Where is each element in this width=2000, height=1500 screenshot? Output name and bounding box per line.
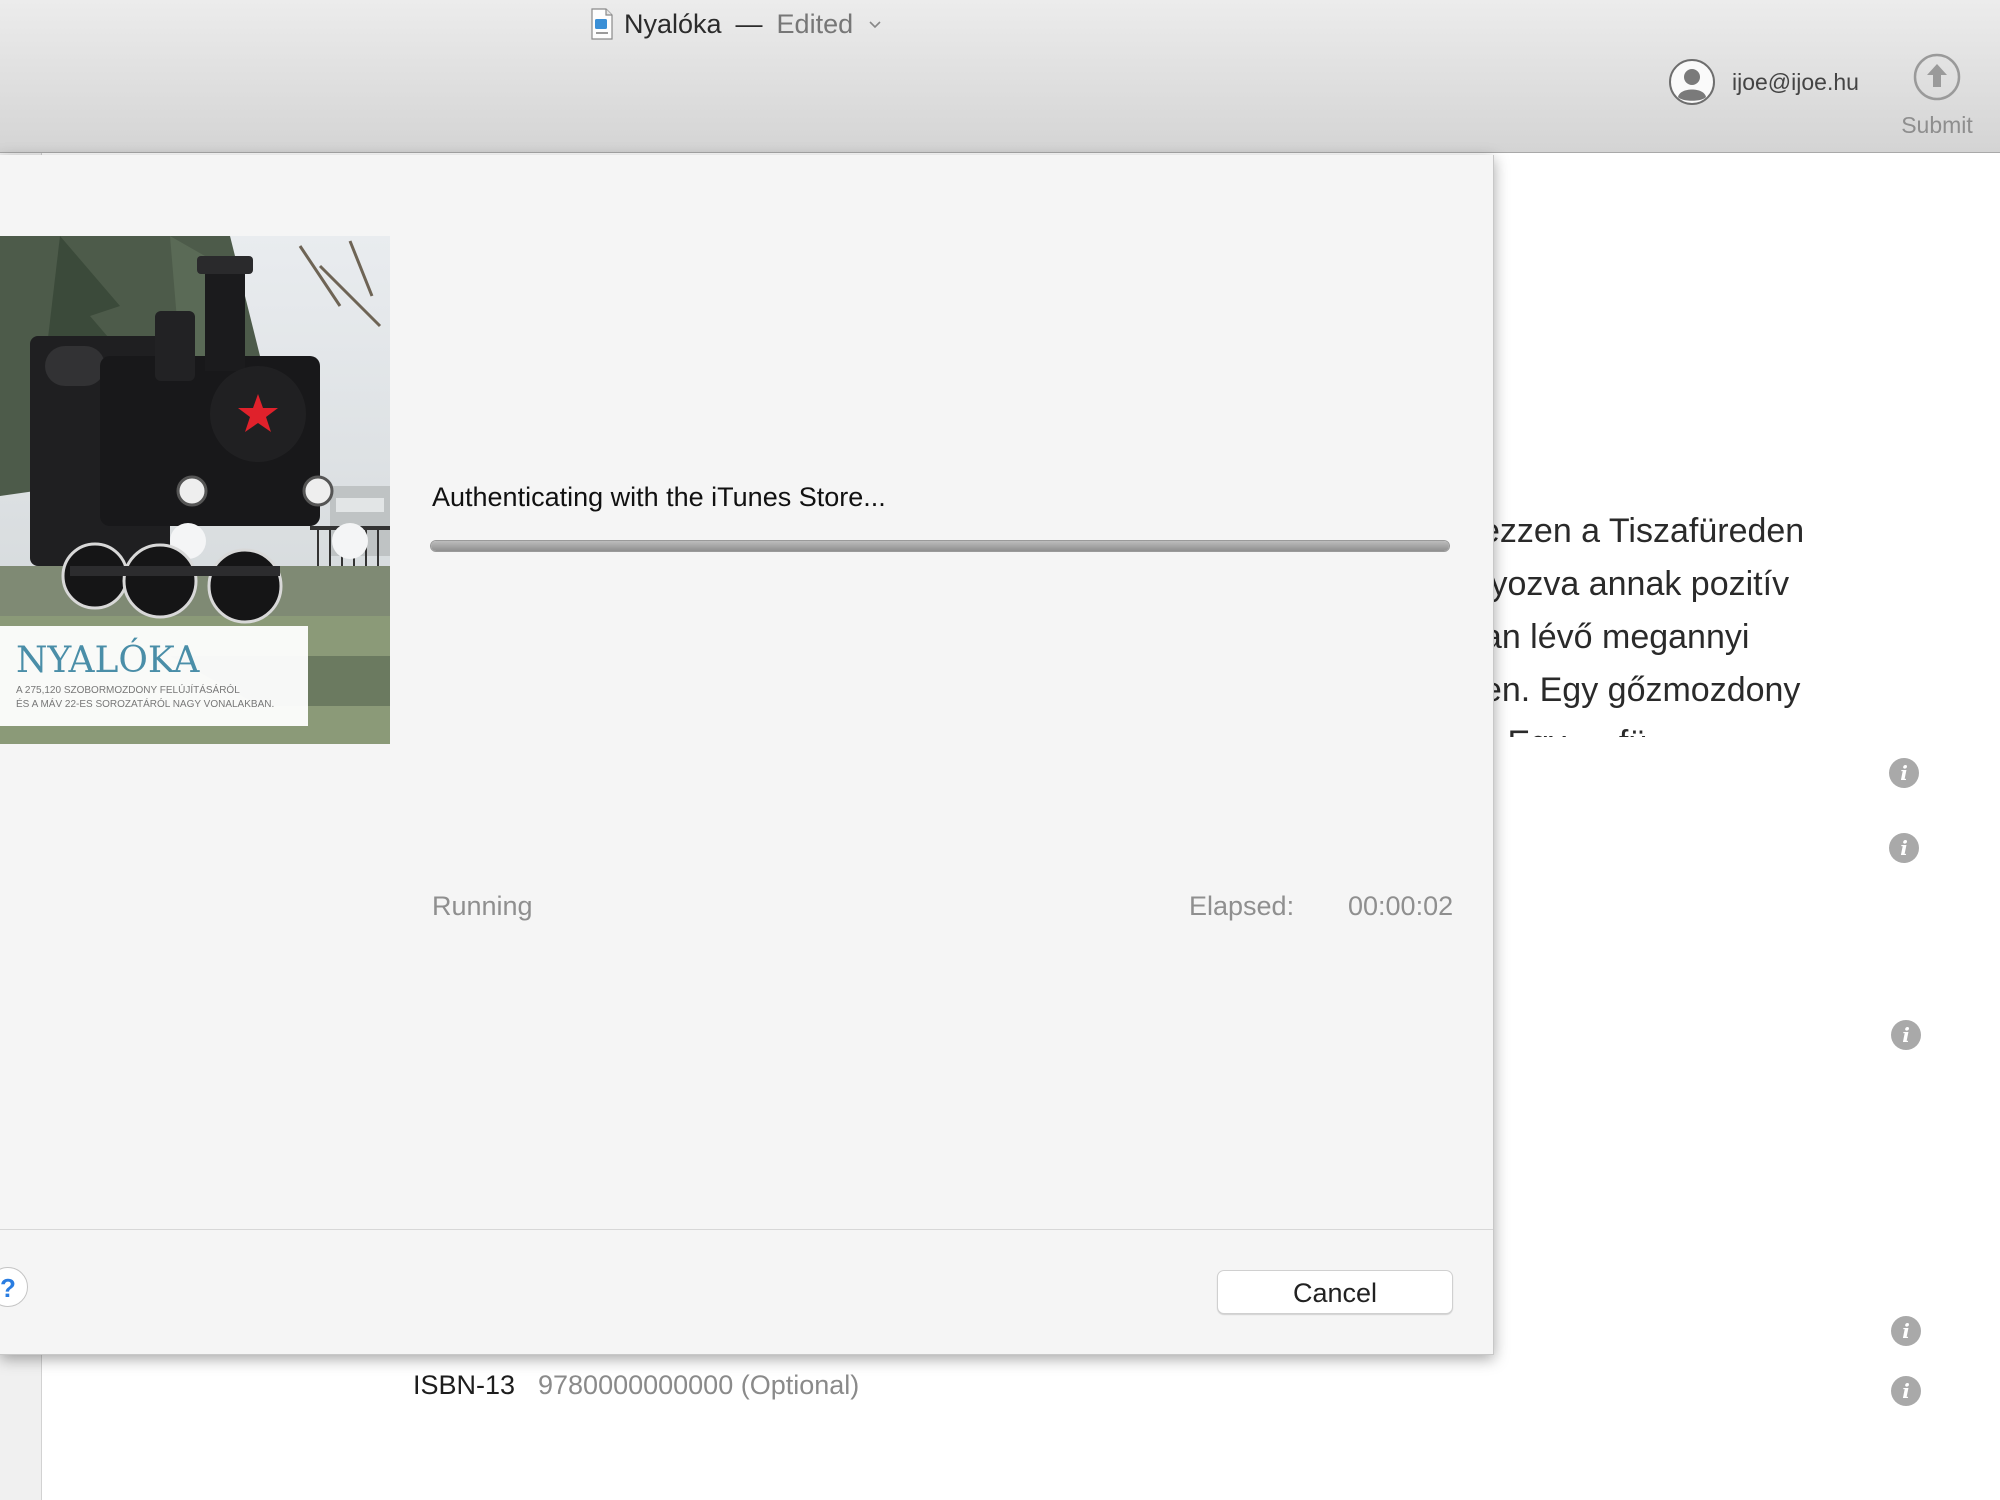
cover-subtitle-line: A 275,120 SZOBORMOZDONY FELÚJÍTÁSÁRÓL bbox=[16, 683, 240, 696]
description-line: úlyozva annak pozitív bbox=[1464, 565, 1790, 603]
upload-arrow-icon bbox=[1913, 53, 1961, 101]
submit-button[interactable]: Submit bbox=[1892, 52, 1982, 139]
description-line: kezzen a Tiszafüreden bbox=[1464, 512, 1805, 550]
help-button[interactable]: ? bbox=[0, 1267, 28, 1307]
isbn-label: ISBN-13 bbox=[413, 1370, 516, 1400]
info-icon[interactable]: i bbox=[1889, 833, 1919, 863]
title-separator: — bbox=[735, 8, 763, 39]
submit-label: Submit bbox=[1901, 112, 1973, 138]
window-toolbar: Nyalóka — Edited ijoe@ijoe.hu Submit bbox=[0, 0, 2000, 153]
status-message: Authenticating with the iTunes Store... bbox=[432, 482, 886, 512]
cover-title: NYALÓKA bbox=[16, 639, 200, 681]
isbn-input[interactable]: 9780000000000 (Optional) bbox=[538, 1370, 859, 1401]
info-icon[interactable]: i bbox=[1891, 1316, 1921, 1346]
ibooks-document-icon bbox=[591, 8, 613, 40]
cover-subtitle-line: ÉS A MÁV 22-ES SOROZATÁRÓL NAGY VONALAKB… bbox=[16, 697, 274, 710]
document-edited-state: Edited bbox=[776, 8, 854, 39]
account-email: ijoe@ijoe.hu bbox=[1732, 68, 1859, 95]
elapsed-label: Elapsed: bbox=[1189, 891, 1295, 921]
chevron-down-icon[interactable] bbox=[867, 16, 883, 32]
progress-bar bbox=[430, 540, 1450, 552]
user-avatar-icon bbox=[1669, 59, 1715, 105]
info-icon[interactable]: i bbox=[1891, 1020, 1921, 1050]
progress-fill bbox=[431, 541, 1449, 551]
info-icon[interactable]: i bbox=[1891, 1376, 1921, 1406]
sheet-divider bbox=[0, 1229, 1493, 1230]
task-state: Running bbox=[432, 891, 533, 921]
document-name: Nyalóka bbox=[624, 8, 722, 39]
description-line: ben. Egy gőzmozdony bbox=[1464, 671, 1801, 709]
book-description-text[interactable]: kezzen a Tiszafüreden úlyozva annak pozi… bbox=[1464, 505, 1984, 737]
description-line: … Egy … fü … bbox=[1464, 717, 1984, 737]
book-cover-image: NYALÓKA A 275,120 SZOBORMOZDONY FELÚJÍTÁ… bbox=[0, 236, 390, 744]
description-line: ban lévő megannyi bbox=[1464, 618, 1750, 656]
info-icon[interactable]: i bbox=[1889, 758, 1919, 788]
elapsed-time: 00:00:02 bbox=[1348, 891, 1454, 921]
account-menu[interactable]: ijoe@ijoe.hu bbox=[1668, 58, 1859, 106]
upload-progress-sheet: NYALÓKA A 275,120 SZOBORMOZDONY FELÚJÍTÁ… bbox=[0, 155, 1494, 1355]
cancel-button[interactable]: Cancel bbox=[1217, 1270, 1453, 1314]
window-title[interactable]: Nyalóka — Edited bbox=[590, 4, 883, 44]
